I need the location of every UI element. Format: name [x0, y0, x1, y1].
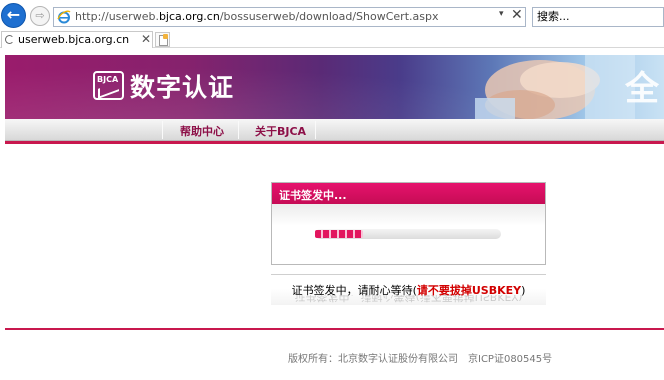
address-dropdown-icon[interactable]: ▾ [499, 9, 504, 19]
tab-title: userweb.bjca.org.cn [18, 33, 130, 46]
nav-separator [162, 121, 163, 139]
bjca-logo-icon: BJCA [93, 71, 124, 100]
panel-title: 证书签发中... [279, 189, 347, 202]
footer-copyright: 版权所有：北京数字认证股份有限公司 京ICP证080545号 [288, 354, 553, 365]
ie-logo-icon [57, 10, 71, 24]
browser-address-row: ← ⇨ http://userweb.bjca.org.cn/bossuserw… [0, 0, 664, 31]
new-tab-icon[interactable] [155, 32, 170, 47]
url-text: http://userweb.bjca.org.cn/bossuserweb/d… [75, 10, 438, 23]
brand-name: 数字认证 [130, 73, 235, 102]
url-prefix: http://userweb. [75, 10, 159, 23]
close-tab-icon[interactable]: ✕ [141, 32, 151, 46]
issuing-panel: 证书签发中... [271, 182, 546, 265]
url-path: /bossuserweb/download/ShowCert.aspx [219, 10, 439, 23]
browser-tab-row: userweb.bjca.org.cn ✕ [0, 31, 664, 48]
stop-icon[interactable]: ✕ [511, 7, 523, 23]
panel-shade [272, 204, 545, 226]
forward-arrow-icon[interactable]: ⇨ [30, 6, 50, 26]
url-domain: bjca.org.cn [158, 10, 220, 23]
loading-spinner-icon [5, 35, 14, 44]
address-bar[interactable]: http://userweb.bjca.org.cn/bossuserweb/d… [53, 7, 526, 27]
nav-divider [5, 141, 664, 144]
nav-item-about-bjca[interactable]: 关于BJCA [255, 123, 306, 139]
notice-reflection: 证书签发中，请耐心等待(请不要拔掉USBKEY) [294, 295, 523, 303]
progress-bar [315, 230, 363, 238]
site-banner: BJCA 数字认证 全 [5, 55, 664, 119]
notice-box: 证书签发中，请耐心等待(请不要拔掉USBKEY) 证书签发中，请耐心等待(请不要… [271, 274, 546, 305]
panel-header: 证书签发中... [272, 183, 545, 204]
nav-item-help-center[interactable]: 帮助中心 [180, 123, 224, 139]
nav-separator [315, 121, 316, 139]
back-arrow-icon[interactable]: ← [1, 3, 26, 28]
search-input[interactable]: 搜索... [532, 7, 664, 27]
banner-slogan-char: 全 [625, 69, 659, 109]
main-nav: 帮助中心 关于BJCA [5, 119, 664, 141]
browser-tab[interactable]: userweb.bjca.org.cn ✕ [1, 31, 153, 48]
nav-separator [238, 121, 239, 139]
footer-divider [5, 328, 664, 330]
hands-photo [475, 55, 635, 119]
